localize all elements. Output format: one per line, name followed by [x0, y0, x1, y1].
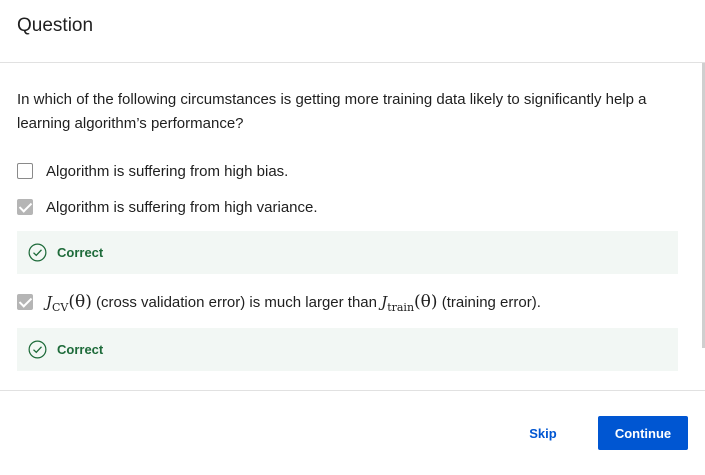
option-label: Algorithm is suffering from high varianc…	[46, 198, 318, 216]
question-text: In which of the following circumstances …	[17, 91, 647, 132]
option-checkbox[interactable]	[17, 163, 33, 179]
option-label: JCV(θ) (cross validation error) is much …	[46, 292, 541, 314]
option-label: Algorithm is suffering from high bias.	[46, 162, 289, 180]
feedback-text: Correct	[57, 342, 104, 357]
option-checkbox-checked[interactable]	[17, 199, 33, 215]
footer-divider	[0, 390, 705, 391]
option-cv-error[interactable]: JCV(θ) (cross validation error) is much …	[17, 291, 541, 314]
feedback-text: Correct	[57, 245, 104, 260]
skip-button[interactable]: Skip	[518, 416, 568, 450]
option-high-bias[interactable]: Algorithm is suffering from high bias.	[17, 160, 288, 182]
feedback-correct: Correct	[17, 328, 678, 371]
question-modal: Question In which of the following circu…	[0, 0, 705, 475]
feedback-correct: Correct	[17, 231, 678, 274]
check-circle-icon	[28, 243, 47, 262]
modal-title: Question	[17, 15, 94, 36]
option-high-variance[interactable]: Algorithm is suffering from high varianc…	[17, 196, 318, 218]
math-j-train: Jtrain(θ)	[381, 292, 438, 314]
option-checkbox-checked[interactable]	[17, 294, 33, 310]
modal-header: Question	[0, 0, 705, 63]
continue-button[interactable]: Continue	[598, 416, 688, 450]
check-circle-icon	[28, 340, 47, 359]
math-j-cv: JCV(θ)	[46, 292, 92, 314]
